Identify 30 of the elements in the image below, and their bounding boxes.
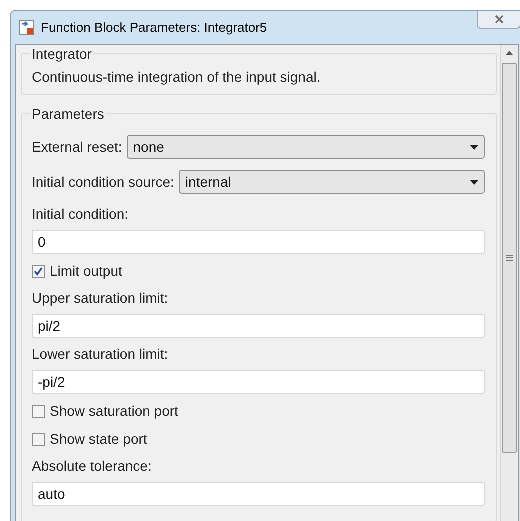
field-label: External reset:: [32, 138, 122, 156]
dropdown[interactable]: internal: [179, 170, 485, 194]
checkbox-label: Show saturation port: [50, 402, 178, 421]
checkbox[interactable]: [32, 432, 45, 446]
input-field[interactable]: 0: [32, 230, 485, 254]
field-label: Absolute tolerance:: [32, 457, 152, 476]
scrollbar-thumb[interactable]: [502, 63, 517, 453]
block-diagram-icon: [19, 20, 35, 36]
checkbox-label: Show state port: [50, 430, 148, 449]
checkbox[interactable]: [32, 404, 45, 418]
input-field[interactable]: pi/2: [32, 314, 485, 338]
dropdown[interactable]: none: [127, 135, 485, 159]
field-label: Upper saturation limit:: [32, 289, 168, 308]
block-description: Continuous-time integration of the input signal.: [32, 68, 322, 86]
checkbox-label: Limit output: [50, 262, 122, 281]
scrollbar[interactable]: [500, 45, 518, 521]
window-title: Function Block Parameters: Integrator5: [41, 19, 268, 38]
field-label: Lower saturation limit:: [32, 345, 168, 364]
close-icon: [494, 15, 504, 24]
scroll-up-icon[interactable]: [506, 51, 513, 55]
field-label: Initial condition source:: [32, 172, 174, 192]
dropdown-arrow-icon: [470, 144, 479, 150]
checkbox[interactable]: [32, 264, 45, 278]
field-label: Initial condition:: [32, 205, 129, 224]
dropdown-arrow-icon: [470, 180, 479, 184]
input-field[interactable]: -pi/2: [32, 370, 485, 394]
close-button[interactable]: [477, 11, 520, 29]
grip-icon: [506, 255, 513, 261]
checkmark-icon: [34, 266, 43, 276]
input-field[interactable]: auto: [32, 482, 485, 506]
